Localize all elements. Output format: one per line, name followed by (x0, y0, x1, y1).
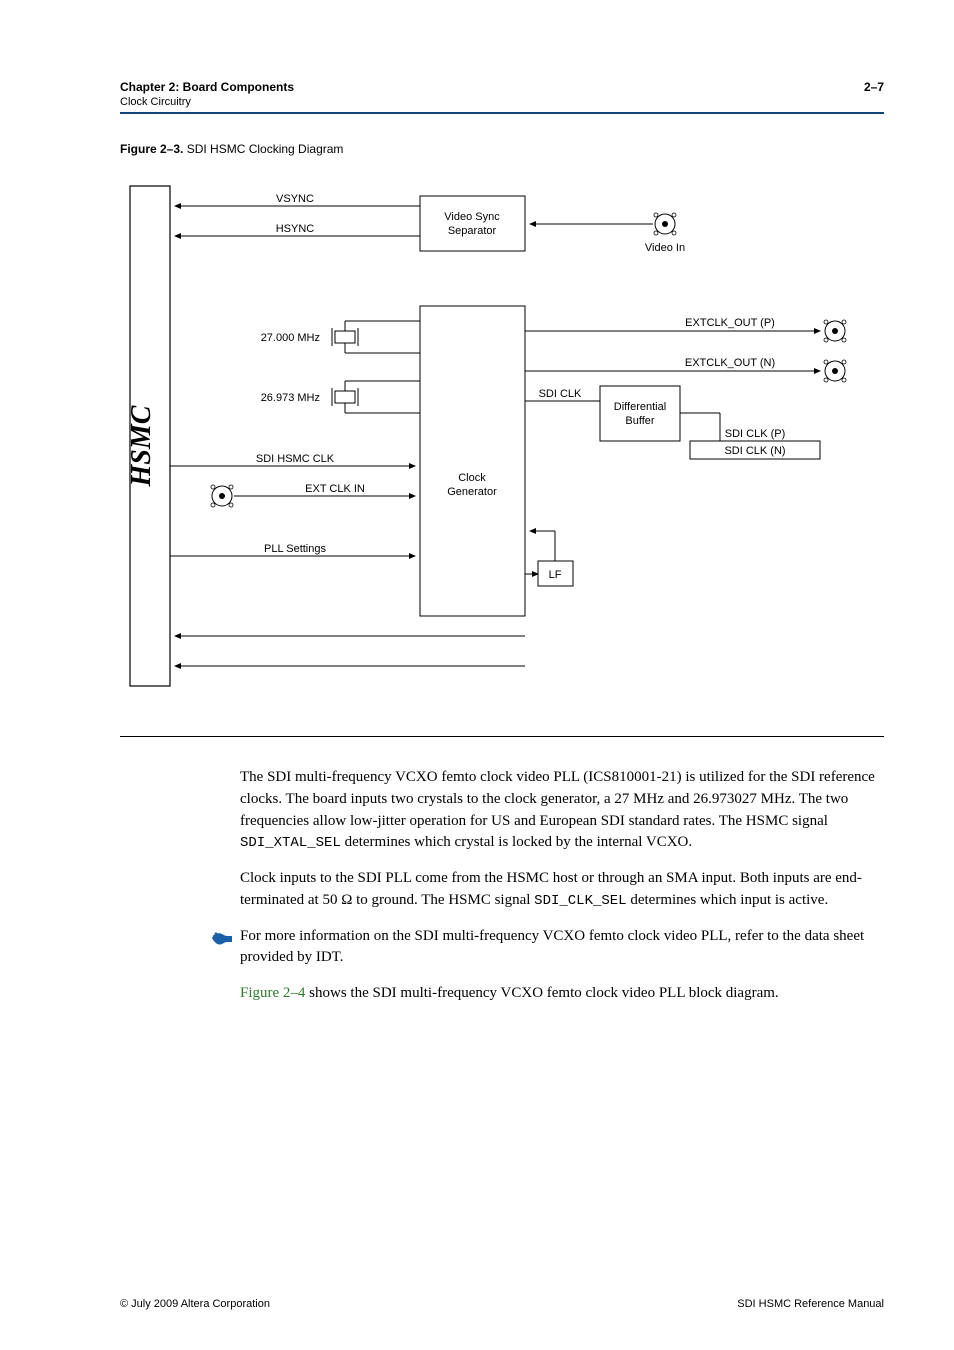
page-number: 2–7 (864, 80, 884, 94)
video-sync-separator-label-2: Separator (448, 225, 497, 237)
clock-generator-box (420, 306, 525, 616)
footer-manual-title: SDI HSMC Reference Manual (737, 1298, 884, 1310)
section-title: Clock Circuitry (120, 96, 294, 108)
ext-clk-in-label: EXT CLK IN (305, 483, 365, 495)
body-paragraph-2: Clock inputs to the SDI PLL come from th… (240, 868, 884, 912)
sdi-clk-label: SDI CLK (539, 388, 582, 400)
video-sync-separator-label-1: Video Sync (444, 211, 500, 223)
hsmc-block-label: HSMC (126, 405, 157, 487)
body-paragraph-1: The SDI multi-frequency VCXO femto clock… (240, 767, 884, 854)
extclk-out-n-connector-icon (824, 360, 846, 382)
clocking-diagram: HSMC Video Sync Separator VSYNC HSYNC Vi… (120, 176, 884, 737)
footer-copyright: © July 2009 Altera Corporation (120, 1298, 270, 1310)
sdi-clk-sel-code: SDI_CLK_SEL (534, 893, 626, 909)
body-paragraph-3: Figure 2–4 shows the SDI multi-frequency… (240, 983, 884, 1005)
sdi-xtal-sel-code: SDI_XTAL_SEL (240, 835, 341, 851)
extclk-out-n-label: EXTCLK_OUT (N) (685, 357, 775, 369)
crystal-26973mhz-label: 26.973 MHz (261, 392, 320, 404)
figure-caption: Figure 2–3. SDI HSMC Clocking Diagram (120, 142, 884, 156)
differential-buffer-label-2: Buffer (625, 415, 654, 427)
figure-title: SDI HSMC Clocking Diagram (187, 142, 344, 156)
differential-buffer-box (600, 386, 680, 441)
chapter-title: Chapter 2: Board Components (120, 80, 294, 94)
sdi-hsmc-clk-label: SDI HSMC CLK (256, 453, 335, 465)
differential-buffer-label-1: Differential (614, 401, 666, 413)
figure-2-4-link[interactable]: Figure 2–4 (240, 985, 305, 1001)
page-footer: © July 2009 Altera Corporation SDI HSMC … (120, 1298, 884, 1310)
vsync-label: VSYNC (276, 193, 314, 205)
sdi-clk-n-label: SDI CLK (N) (724, 445, 785, 457)
clock-generator-label-2: Generator (447, 486, 497, 498)
hsync-label: HSYNC (276, 223, 315, 235)
crystal-27mhz-label: 27.000 MHz (261, 332, 320, 344)
info-text: For more information on the SDI multi-fr… (240, 926, 884, 970)
video-in-label: Video In (645, 242, 685, 254)
page-header: Chapter 2: Board Components Clock Circui… (120, 80, 884, 114)
figure-number: Figure 2–3. (120, 142, 183, 156)
pll-settings-label: PLL Settings (264, 543, 326, 555)
lf-label: LF (549, 569, 562, 581)
hand-pointer-icon (210, 928, 240, 950)
clock-generator-label-1: Clock (458, 472, 486, 484)
ext-clk-in-connector-icon (211, 485, 233, 507)
extclk-out-p-connector-icon (824, 320, 846, 342)
video-sync-separator-box (420, 196, 525, 251)
sdi-clk-p-label: SDI CLK (P) (725, 428, 786, 440)
extclk-out-p-label: EXTCLK_OUT (P) (685, 317, 775, 329)
video-in-connector-icon (654, 213, 676, 235)
info-callout: For more information on the SDI multi-fr… (210, 926, 884, 970)
